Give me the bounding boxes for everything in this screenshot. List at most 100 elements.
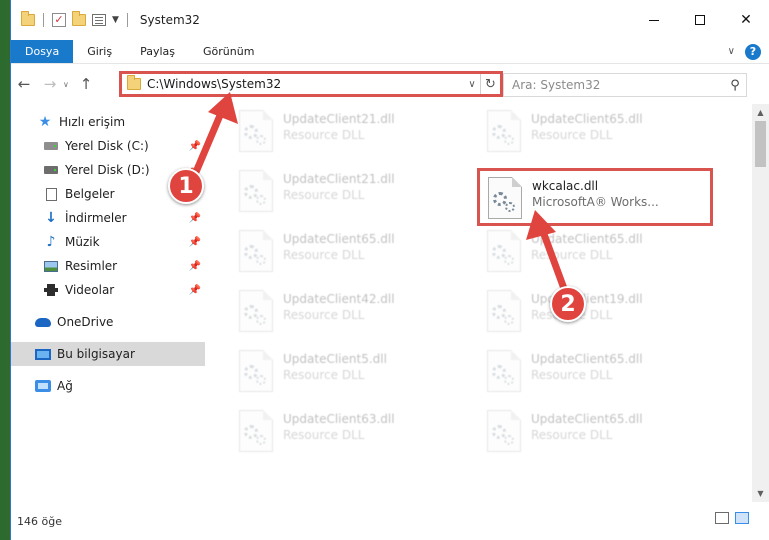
search-input[interactable]: Ara: System32 ⚲ (503, 73, 747, 97)
expand-ribbon-icon[interactable]: ∨ (728, 46, 735, 57)
list-item[interactable]: UpdateClient63.dll Resource DLL (231, 404, 467, 462)
list-item[interactable]: UpdateClient65.dll Resource DLL (231, 224, 467, 282)
this-pc-icon (35, 347, 51, 361)
details-view-icon[interactable] (715, 512, 729, 524)
sidebar-item-downloads[interactable]: ↓ İndirmeler 📌 (11, 206, 205, 230)
file-name: UpdateClient21.dll (283, 172, 395, 186)
sidebar-item-label: Yerel Disk (C:) (65, 139, 149, 153)
list-item[interactable]: UpdateClient21.dll Resource DLL (231, 104, 467, 162)
file-name: UpdateClient21.dll (283, 112, 395, 126)
maximize-icon (695, 15, 705, 25)
dll-file-icon (239, 290, 273, 332)
sidebar-item-label: Resimler (65, 259, 118, 273)
file-name: UpdateClient42.dll (283, 292, 395, 306)
vertical-scrollbar[interactable]: ▲ ▼ (752, 104, 769, 502)
tab-file[interactable]: Dosya (11, 40, 74, 63)
dll-file-icon (487, 290, 521, 332)
list-item[interactable]: UpdateClient42.dll Resource DLL (231, 284, 467, 342)
list-item[interactable]: UpdateClient65.dll Resource DLL (479, 344, 715, 402)
item-count: 146 öğe (17, 514, 62, 528)
sidebar-item-label: Belgeler (65, 187, 115, 201)
sidebar-item-local-disk-c[interactable]: Yerel Disk (C:) 📌 (11, 134, 205, 158)
address-path[interactable]: C:\Windows\System32 (147, 77, 464, 91)
file-name: UpdateClient65.dll (531, 232, 643, 246)
sidebar-item-music[interactable]: ♪ Müzik 📌 (11, 230, 205, 254)
file-name: UpdateClient19.dll (531, 292, 643, 306)
maximize-button[interactable] (677, 0, 723, 40)
ribbon-right-controls: ∨ ? (728, 40, 769, 63)
list-item[interactable]: UpdateClient19.dll Resource DLL (479, 284, 715, 342)
address-bar[interactable]: C:\Windows\System32 ∨ ↻ (119, 71, 503, 97)
list-item-wkcalac-dll[interactable]: wkcalac.dll MicrosoftA® Works... (477, 168, 713, 226)
sidebar-item-label: Bu bilgisayar (57, 347, 135, 361)
view-buttons (715, 512, 749, 524)
dll-file-icon (487, 110, 521, 152)
folder-icon (127, 75, 141, 90)
sidebar-item-onedrive[interactable]: OneDrive (11, 310, 205, 334)
dll-file-icon (487, 230, 521, 272)
tab-view[interactable]: Görünüm (189, 40, 268, 63)
quick-access-toolbar: ✓ ▼ (11, 11, 130, 27)
sidebar-item-network[interactable]: Ağ (11, 374, 205, 398)
help-icon[interactable]: ? (745, 43, 761, 60)
chevron-down-icon[interactable]: ∨ (464, 79, 480, 90)
scroll-down-icon[interactable]: ▼ (752, 485, 769, 502)
customize-list-icon[interactable] (92, 14, 106, 26)
pin-icon: 📌 (188, 260, 201, 272)
folder-icon[interactable] (21, 11, 35, 26)
list-item[interactable]: UpdateClient65.dll Resource DLL (479, 224, 715, 282)
file-description: Resource DLL (531, 308, 613, 322)
list-item[interactable]: UpdateClient65.dll Resource DLL (479, 404, 715, 462)
scroll-up-icon[interactable]: ▲ (752, 104, 769, 121)
dll-file-icon (487, 410, 521, 452)
title-bar: ✓ ▼ System32 ✕ (11, 0, 769, 40)
music-icon: ♪ (46, 234, 56, 250)
network-icon (35, 379, 51, 393)
tab-home[interactable]: Giriş (73, 40, 126, 63)
sidebar-item-videos[interactable]: Videolar 📌 (11, 278, 205, 302)
list-item[interactable]: UpdateClient5.dll Resource DLL (231, 344, 467, 402)
close-icon: ✕ (740, 12, 752, 28)
sidebar-item-pictures[interactable]: Resimler 📌 (11, 254, 205, 278)
pictures-icon (43, 259, 59, 273)
file-description: Resource DLL (283, 248, 365, 262)
refresh-icon[interactable]: ↻ (480, 74, 500, 94)
file-description: Resource DLL (283, 428, 365, 442)
file-description: Resource DLL (283, 128, 365, 142)
file-name: UpdateClient65.dll (283, 232, 395, 246)
list-item[interactable]: UpdateClient21.dll Resource DLL (231, 164, 467, 222)
minimize-button[interactable] (631, 0, 677, 40)
drive-c-icon (43, 139, 59, 153)
chevron-down-icon[interactable]: ▼ (112, 15, 119, 25)
new-folder-icon[interactable] (72, 11, 86, 26)
downloads-icon: ↓ (45, 210, 57, 226)
search-icon[interactable]: ⚲ (724, 78, 746, 93)
pin-icon: 📌 (188, 284, 201, 296)
search-placeholder: Ara: System32 (512, 78, 601, 92)
sidebar-item-label: Müzik (65, 235, 100, 249)
sidebar-item-label: Videolar (65, 283, 115, 297)
pin-icon: 📌 (188, 140, 201, 152)
file-name: UpdateClient63.dll (283, 412, 395, 426)
sidebar-item-quick-access[interactable]: ★ Hızlı erişim (11, 110, 205, 134)
toolbar-separator (126, 13, 128, 27)
window-controls: ✕ (631, 0, 769, 40)
scroll-thumb[interactable] (755, 121, 766, 167)
back-button[interactable]: ← (11, 75, 37, 93)
ribbon-tabs: Dosya Giriş Paylaş Görünüm ∨ ? (11, 40, 769, 64)
file-description: Resource DLL (531, 248, 613, 262)
status-bar: 146 öğe (11, 502, 769, 540)
recent-locations-icon[interactable]: ∨ (63, 80, 73, 89)
dll-file-icon (239, 110, 273, 152)
tab-share[interactable]: Paylaş (126, 40, 189, 63)
file-description: MicrosoftA® Works... (532, 195, 659, 209)
large-icons-view-icon[interactable] (735, 512, 749, 524)
up-button[interactable]: ↑ (73, 75, 99, 93)
forward-button[interactable]: → (37, 75, 63, 93)
file-description: Resource DLL (283, 188, 365, 202)
sidebar-item-this-pc[interactable]: Bu bilgisayar (11, 342, 205, 366)
videos-icon (43, 283, 59, 297)
list-item[interactable]: UpdateClient65.dll Resource DLL (479, 104, 715, 162)
close-button[interactable]: ✕ (723, 0, 769, 40)
properties-check-icon[interactable]: ✓ (52, 13, 66, 27)
